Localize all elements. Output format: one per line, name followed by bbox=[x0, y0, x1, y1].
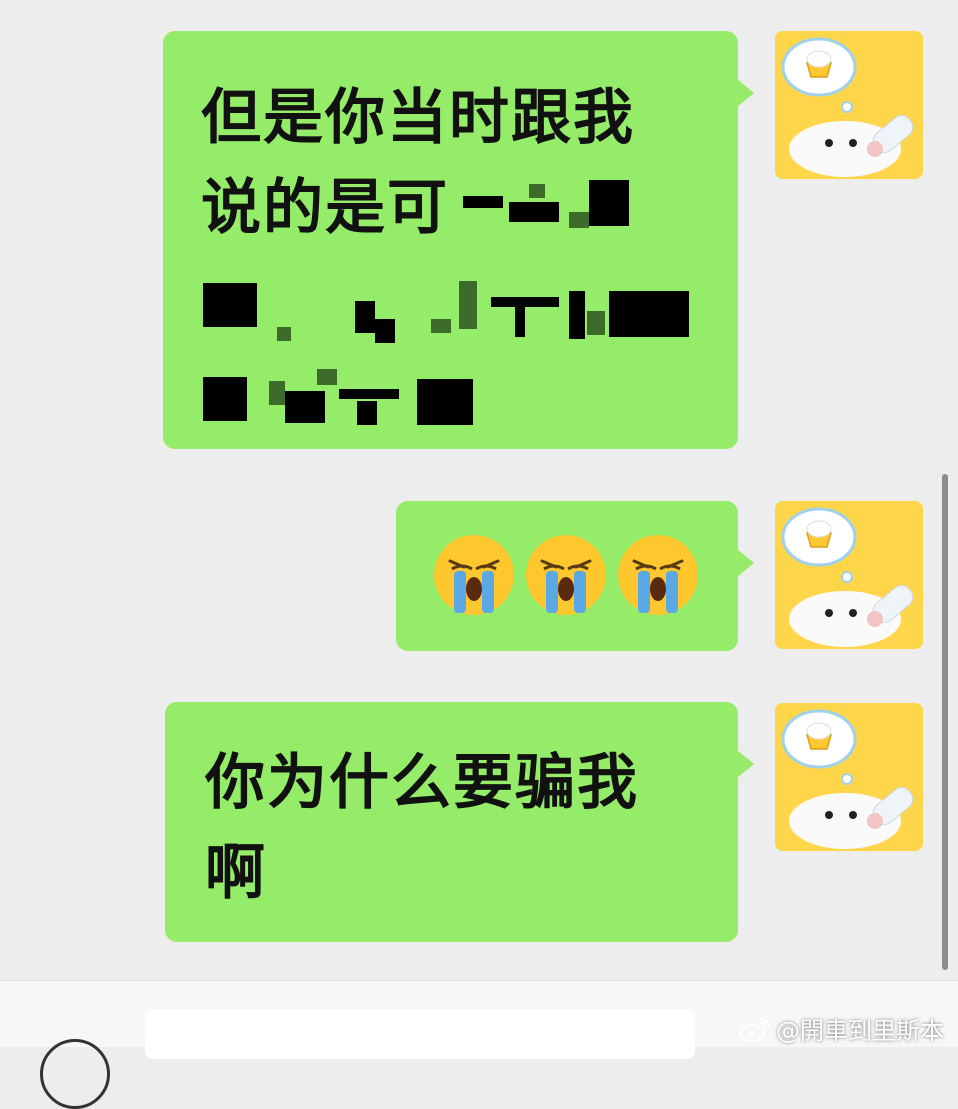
loudly-crying-face-icon bbox=[524, 533, 608, 617]
redacted-mosaic-lines bbox=[199, 261, 699, 425]
message-line-1: 你为什么要骗我 bbox=[205, 748, 639, 818]
message-bubble-2[interactable] bbox=[396, 501, 754, 651]
watermark-text: @開車到里斯本 bbox=[776, 1017, 944, 1045]
message-text: 你为什么要骗我 啊 bbox=[205, 738, 708, 918]
weibo-logo-icon bbox=[739, 1017, 769, 1042]
watermark: @開車到里斯本 bbox=[738, 1011, 944, 1046]
chat-area[interactable]: 但是你当时跟我 说的是可 你为什么要骗我 啊 bbox=[0, 0, 958, 980]
message-input[interactable] bbox=[145, 1009, 695, 1059]
message-line-2: 啊 bbox=[205, 838, 267, 908]
scrollbar[interactable] bbox=[942, 474, 948, 970]
message-text: 但是你当时跟我 说的是可 bbox=[201, 73, 708, 253]
input-toolbar: @開車到里斯本 bbox=[0, 980, 958, 1109]
redacted-mosaic bbox=[449, 176, 639, 246]
emoji-row bbox=[432, 533, 714, 617]
message-bubble-3[interactable]: 你为什么要骗我 啊 bbox=[165, 702, 754, 942]
loudly-crying-face-icon bbox=[432, 533, 516, 617]
voice-toggle-icon[interactable] bbox=[40, 1039, 110, 1109]
message-line-2-text: 说的是可 bbox=[201, 173, 449, 243]
avatar[interactable] bbox=[775, 31, 923, 179]
cartoon-seal-with-bottle-avatar-icon bbox=[775, 31, 923, 179]
message-line-1: 但是你当时跟我 bbox=[201, 83, 635, 153]
message-line-2: 说的是可 bbox=[201, 163, 708, 253]
message-bubble-1[interactable]: 但是你当时跟我 说的是可 bbox=[163, 31, 754, 449]
cartoon-seal-with-bottle-avatar-icon bbox=[775, 501, 923, 649]
loudly-crying-face-icon bbox=[616, 533, 700, 617]
cartoon-seal-with-bottle-avatar-icon bbox=[775, 703, 923, 851]
avatar[interactable] bbox=[775, 703, 923, 851]
avatar[interactable] bbox=[775, 501, 923, 649]
